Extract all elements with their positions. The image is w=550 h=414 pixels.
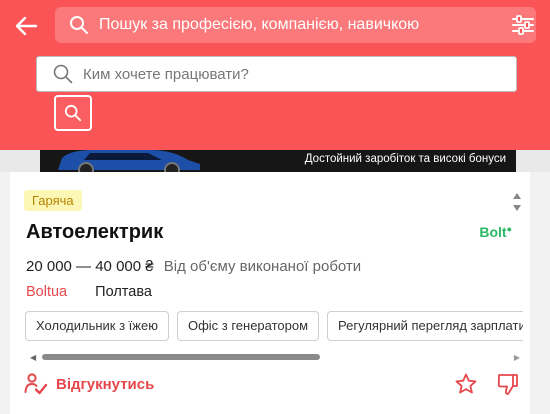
benefit-tag: Офіс з генератором: [176, 311, 320, 341]
reorder-arrows-icon[interactable]: [511, 190, 523, 214]
company-logo: Bolt●: [479, 224, 512, 240]
search-icon: [70, 16, 88, 34]
company-logo-text: Bolt: [479, 224, 507, 240]
back-button[interactable]: [10, 10, 42, 42]
benefit-tag: Регулярний перегляд зарплати: [327, 311, 523, 341]
hot-badge: Гаряча: [24, 190, 82, 211]
tags-scrollbar[interactable]: ◀ ▶: [30, 352, 520, 362]
arrow-left-icon: [15, 16, 38, 36]
filter-sliders-icon: [512, 15, 534, 35]
scroll-right-arrow-icon[interactable]: ▶: [514, 353, 520, 362]
car-image: [58, 150, 200, 172]
apply-button[interactable]: Відгукнутись: [24, 371, 154, 397]
position-search-input[interactable]: Ким хочете працювати?: [36, 56, 517, 92]
salary-note: Від об'єму виконаної роботи: [163, 258, 362, 275]
search-icon: [64, 104, 82, 122]
app-header: Пошук за професією, компанією, навичкою …: [0, 0, 550, 150]
salary-range: 20 000 — 40 000 ₴: [26, 258, 154, 275]
star-icon[interactable]: [454, 372, 478, 396]
promo-banner[interactable]: Достойний заробіток та високі бонуси: [0, 150, 550, 172]
company-row: Boltua Полтава: [26, 284, 152, 300]
promo-banner-text: Достойний заробіток та високі бонуси: [304, 153, 506, 165]
thumbs-down-icon[interactable]: [496, 372, 520, 396]
search-submit-button[interactable]: [54, 95, 92, 131]
apply-button-label: Відгукнутись: [56, 375, 155, 393]
company-link[interactable]: Boltua: [26, 284, 67, 300]
scroll-left-arrow-icon[interactable]: ◀: [30, 353, 36, 362]
main-search-input[interactable]: Пошук за професією, компанією, навичкою: [55, 7, 536, 43]
job-title[interactable]: Автоелектрик: [26, 221, 163, 244]
promo-banner-image: Достойний заробіток та високі бонуси: [40, 150, 516, 172]
main-search-placeholder: Пошук за професією, компанією, навичкою: [99, 16, 420, 33]
company-logo-mark: ●: [506, 224, 512, 234]
card-actions: Відгукнутись: [24, 371, 520, 397]
filter-button[interactable]: [510, 13, 536, 37]
salary-row: 20 000 — 40 000 ₴ Від об'єму виконаної р…: [26, 258, 361, 275]
scrollbar-thumb[interactable]: [42, 354, 320, 360]
search-icon: [53, 64, 73, 84]
benefit-tag: Холодильник з їжею: [25, 311, 169, 341]
benefit-tags[interactable]: Холодильник з їжею Офіс з генератором Ре…: [25, 311, 523, 343]
position-search-placeholder: Ким хочете працювати?: [83, 65, 249, 83]
job-city: Полтава: [95, 284, 152, 300]
job-card[interactable]: Гаряча Автоелектрик Bolt● 20 000 — 40 00…: [10, 172, 530, 414]
apply-person-check-icon: [24, 373, 48, 395]
